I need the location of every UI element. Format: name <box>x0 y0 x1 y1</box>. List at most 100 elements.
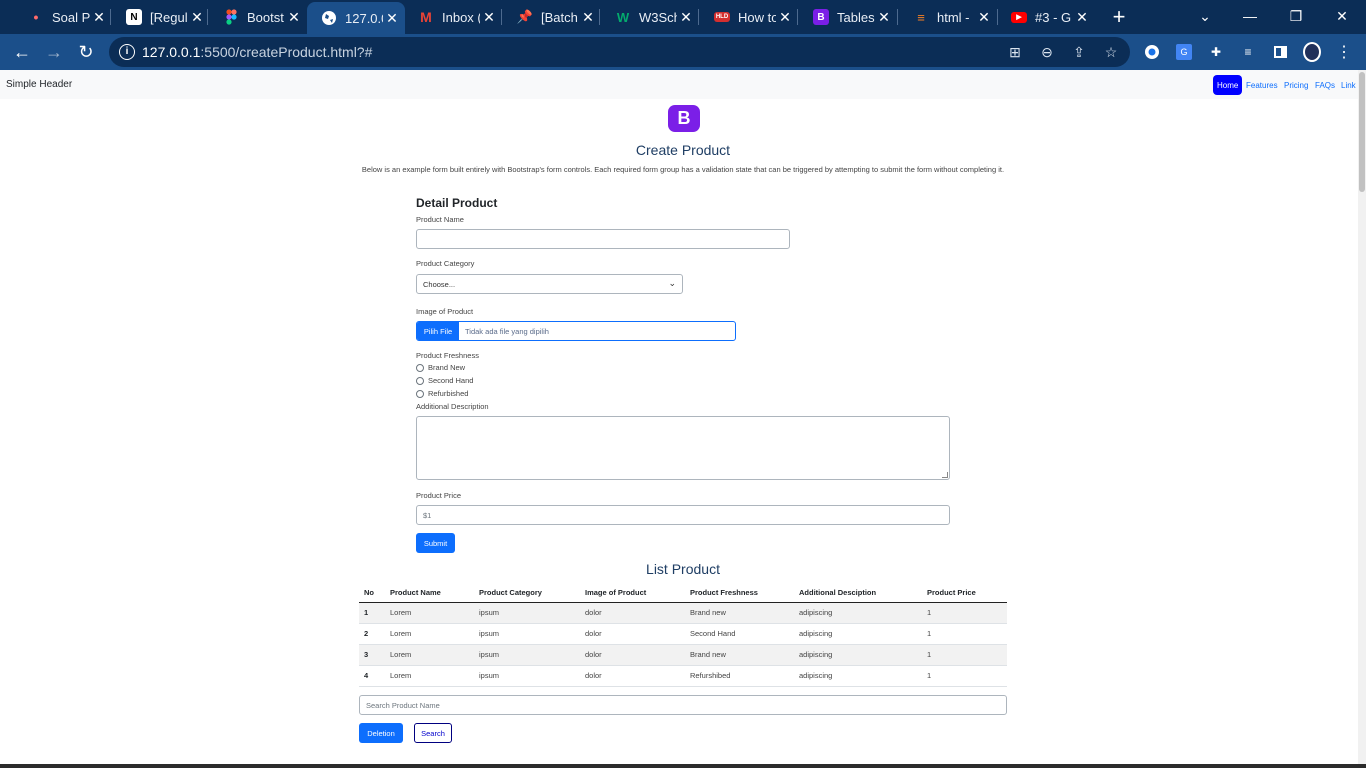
tab-10[interactable]: ≡ html - ✕ <box>899 4 997 30</box>
tab-title: W3Sch <box>639 9 677 25</box>
translate-icon[interactable]: ⊞ <box>1006 43 1024 61</box>
close-icon[interactable]: ✕ <box>188 8 206 26</box>
tab-title: 127.0.0 <box>345 10 383 26</box>
search-input[interactable]: Search Product Name <box>359 695 1007 715</box>
form-section-title: Detail Product <box>416 196 498 210</box>
close-icon[interactable]: ✕ <box>875 8 893 26</box>
close-icon[interactable]: ✕ <box>383 9 401 27</box>
figma-icon <box>223 9 239 25</box>
tab-search-icon[interactable]: ⌄ <box>1194 6 1216 26</box>
info-icon[interactable]: i <box>119 44 135 60</box>
deletion-button[interactable]: Deletion <box>359 723 403 743</box>
close-icon[interactable]: ✕ <box>90 8 108 26</box>
google-translate-icon[interactable]: G <box>1175 43 1193 61</box>
description-label: Additional Description <box>416 402 489 411</box>
tab-title: html - <box>937 9 970 25</box>
side-panel-icon[interactable] <box>1271 43 1289 61</box>
col-product-name: Product Name <box>385 584 474 603</box>
price-input[interactable]: $1 <box>416 505 950 525</box>
tab-5[interactable]: M Inbox ( ✕ <box>404 4 502 30</box>
file-status-text: Tidak ada file yang dipilih <box>465 326 549 336</box>
resize-handle-icon[interactable] <box>942 472 948 478</box>
close-icon[interactable]: ✕ <box>285 8 303 26</box>
minimize-icon[interactable]: — <box>1239 6 1261 26</box>
media-control-icon[interactable]: ≡ <box>1239 43 1257 61</box>
browser-toolbar: ← → ↻ i 127.0.0.1:5500/createProduct.htm… <box>0 34 1366 70</box>
image-file-input[interactable]: Pilih File Tidak ada file yang dipilih <box>416 321 736 341</box>
close-icon[interactable]: ✕ <box>677 8 695 26</box>
extensions-puzzle-icon[interactable]: ✚ <box>1207 43 1225 61</box>
tab-11[interactable]: ▶ #3 - G ✕ <box>997 4 1095 30</box>
close-icon[interactable]: ✕ <box>480 8 498 26</box>
forward-icon[interactable]: → <box>42 40 66 64</box>
window-bottom-border <box>0 764 1366 768</box>
tab-9[interactable]: B Tables ✕ <box>799 4 897 30</box>
tab-strip: • Soal Pi ✕ N [Regul ✕ Bootst ✕ 127.0.0 … <box>0 0 1366 34</box>
nav-features[interactable]: Features <box>1242 75 1282 95</box>
page-scrollbar[interactable] <box>1358 70 1366 764</box>
close-window-icon[interactable]: ✕ <box>1331 6 1353 26</box>
tab-4-active[interactable]: 127.0.0 ✕ <box>307 2 405 34</box>
tab-2[interactable]: N [Regul ✕ <box>112 4 210 30</box>
nav-link[interactable]: Link <box>1337 75 1360 95</box>
reload-icon[interactable]: ↻ <box>74 40 98 64</box>
col-freshness: Product Freshness <box>685 584 794 603</box>
choose-file-button[interactable]: Pilih File <box>417 322 459 340</box>
nav-pricing[interactable]: Pricing <box>1280 75 1312 95</box>
close-icon[interactable]: ✕ <box>1073 8 1091 26</box>
radio-button[interactable] <box>416 376 424 385</box>
submit-button[interactable]: Submit <box>416 533 455 553</box>
nav-faqs[interactable]: FAQs <box>1311 75 1339 95</box>
bootstrap-logo-icon: B <box>668 105 700 132</box>
url-text[interactable]: 127.0.0.1:5500/createProduct.html?# <box>142 44 372 60</box>
bookmark-star-icon[interactable]: ☆ <box>1102 43 1120 61</box>
image-label: Image of Product <box>416 307 474 316</box>
price-label: Product Price <box>416 491 462 500</box>
radio-button[interactable] <box>416 389 424 398</box>
dot-icon: • <box>33 9 39 25</box>
category-select[interactable]: Choose... ⌄ <box>416 274 683 294</box>
tab-1[interactable]: • Soal Pi ✕ <box>14 4 112 30</box>
pin-icon: 📌 <box>516 9 534 24</box>
youtube-icon: ▶ <box>1011 11 1027 23</box>
tab-3[interactable]: Bootst ✕ <box>209 4 307 30</box>
radio-button[interactable] <box>416 363 424 372</box>
description-textarea[interactable] <box>416 416 950 480</box>
close-icon[interactable]: ✕ <box>776 8 794 26</box>
close-icon[interactable]: ✕ <box>579 8 597 26</box>
avatar[interactable] <box>1303 42 1321 62</box>
close-icon[interactable]: ✕ <box>975 8 993 26</box>
freshness-label: Product Freshness <box>416 351 479 360</box>
radio-second-hand[interactable]: Second Hand <box>416 376 473 385</box>
address-bar[interactable]: i 127.0.0.1:5500/createProduct.html?# ⊞ … <box>109 37 1130 67</box>
search-button[interactable]: Search <box>414 723 452 743</box>
tab-title: Soal Pi <box>52 9 90 25</box>
nav-home[interactable]: Home <box>1213 75 1243 95</box>
brand[interactable]: Simple Header <box>6 79 72 90</box>
back-icon[interactable]: ← <box>10 40 34 64</box>
extension-circle-icon[interactable] <box>1143 43 1161 61</box>
scrollbar-thumb[interactable] <box>1359 72 1365 192</box>
notion-icon: N <box>126 9 142 25</box>
globe-icon <box>321 10 337 26</box>
table-header-row: No Product Name Product Category Image o… <box>359 584 1007 603</box>
col-price: Product Price <box>922 584 1007 603</box>
restore-icon[interactable]: ❐ <box>1285 6 1307 26</box>
tab-6[interactable]: 📌 [Batch ✕ <box>503 4 601 30</box>
tab-8[interactable]: HLD How to ✕ <box>700 4 798 30</box>
table-row: 4 Lorem ipsum dolor Refurshibed adipisci… <box>359 665 1007 687</box>
tab-7[interactable]: W W3Sch ✕ <box>601 4 699 30</box>
page-title: Create Product <box>635 142 731 158</box>
share-icon[interactable]: ⇪ <box>1070 43 1088 61</box>
zoom-icon[interactable]: ⊖ <box>1038 43 1056 61</box>
radio-brand-new[interactable]: Brand New <box>416 363 465 372</box>
category-label: Product Category <box>416 259 475 268</box>
tab-title: Bootst <box>247 9 284 25</box>
new-tab-button[interactable]: + <box>1109 6 1129 28</box>
col-product-category: Product Category <box>474 584 580 603</box>
menu-kebab-icon[interactable]: ⋮ <box>1335 43 1353 61</box>
hld-icon: HLD <box>714 12 730 22</box>
tab-title: Inbox ( <box>442 9 480 25</box>
product-name-input[interactable] <box>416 229 790 249</box>
radio-refurbished[interactable]: Refurbished <box>416 389 468 398</box>
